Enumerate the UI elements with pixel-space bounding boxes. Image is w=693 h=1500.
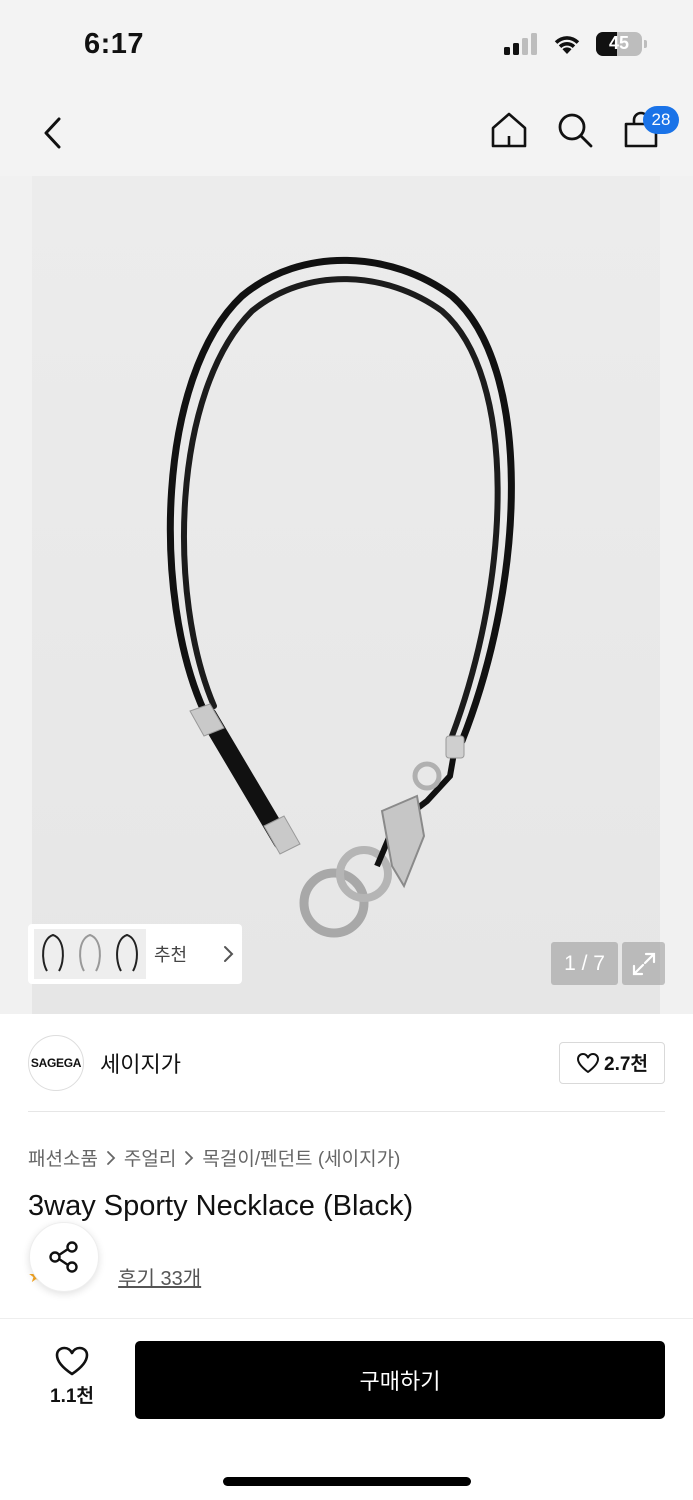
- recommendation-thumbnails: [34, 929, 146, 979]
- brand-like-count: 2.7천: [604, 1054, 648, 1075]
- search-icon: [558, 113, 593, 148]
- chevron-right-icon: [185, 1150, 194, 1165]
- expand-image-button[interactable]: [622, 942, 665, 985]
- image-page-counter: 1 / 7: [551, 942, 618, 985]
- reviews-link[interactable]: 후기 33개: [118, 1262, 201, 1291]
- necklace-thumbnail-icon: [41, 933, 64, 972]
- search-button[interactable]: [553, 102, 597, 158]
- buy-button[interactable]: 구매하기: [135, 1341, 665, 1419]
- brand-name[interactable]: 세이지가: [100, 1047, 559, 1079]
- chevron-right-icon: [107, 1150, 116, 1165]
- wishlist-count: 1.1천: [50, 1386, 94, 1407]
- expand-icon: [632, 952, 655, 975]
- battery-level: 45: [608, 33, 630, 53]
- cart-count-badge: 28: [643, 106, 679, 134]
- nav-bar: 28: [0, 92, 693, 176]
- product-gallery[interactable]: 추천 1 / 7: [0, 176, 693, 1014]
- brand-logo[interactable]: SAGEGA: [28, 1034, 84, 1091]
- necklace-thumbnail-icon: [79, 933, 101, 972]
- brand-like-button[interactable]: 2.7천: [559, 1041, 665, 1084]
- wishlist-button[interactable]: 1.1천: [40, 1345, 104, 1408]
- breadcrumb-item[interactable]: 패션소품: [28, 1144, 98, 1171]
- necklace-thumbnail-icon: [116, 933, 139, 972]
- cart-button[interactable]: 28: [619, 102, 679, 158]
- chevron-left-icon: [44, 117, 61, 149]
- status-icons: 45: [504, 32, 647, 56]
- battery-icon: 45: [596, 32, 642, 56]
- status-time: 6:17: [84, 28, 145, 60]
- home-indicator: [223, 1477, 471, 1486]
- recommendation-chip[interactable]: 추천: [28, 924, 242, 984]
- battery-nub: [644, 40, 647, 48]
- product-image[interactable]: [32, 176, 660, 1014]
- breadcrumb-item[interactable]: 주얼리: [124, 1144, 176, 1171]
- share-icon: [49, 1241, 78, 1273]
- status-bar: 6:17 45: [0, 0, 693, 92]
- brand-logo-text: SAGEGA: [30, 1055, 82, 1070]
- brand-row: SAGEGA 세이지가 2.7천: [28, 1014, 665, 1112]
- product-title: 3way Sporty Necklace (Black): [28, 1190, 414, 1222]
- share-button[interactable]: [29, 1222, 99, 1292]
- signal-icon: [504, 33, 537, 55]
- home-icon: [491, 112, 527, 148]
- chevron-right-icon: [224, 946, 234, 962]
- heart-icon: [577, 1052, 600, 1073]
- breadcrumb-item[interactable]: 목걸이/펜던트 (세이지가): [202, 1144, 400, 1171]
- breadcrumb: 패션소품 주얼리 목걸이/펜던트 (세이지가): [28, 1144, 400, 1171]
- bottom-action-bar: 1.1천 구매하기: [0, 1318, 693, 1500]
- necklace-illustration: [166, 256, 515, 938]
- back-button[interactable]: [30, 106, 74, 160]
- heart-icon: [55, 1346, 89, 1376]
- home-button[interactable]: [487, 102, 531, 158]
- nav-actions: 28: [487, 102, 679, 158]
- recommendation-label: 추천: [154, 945, 188, 965]
- wifi-icon: [554, 36, 580, 54]
